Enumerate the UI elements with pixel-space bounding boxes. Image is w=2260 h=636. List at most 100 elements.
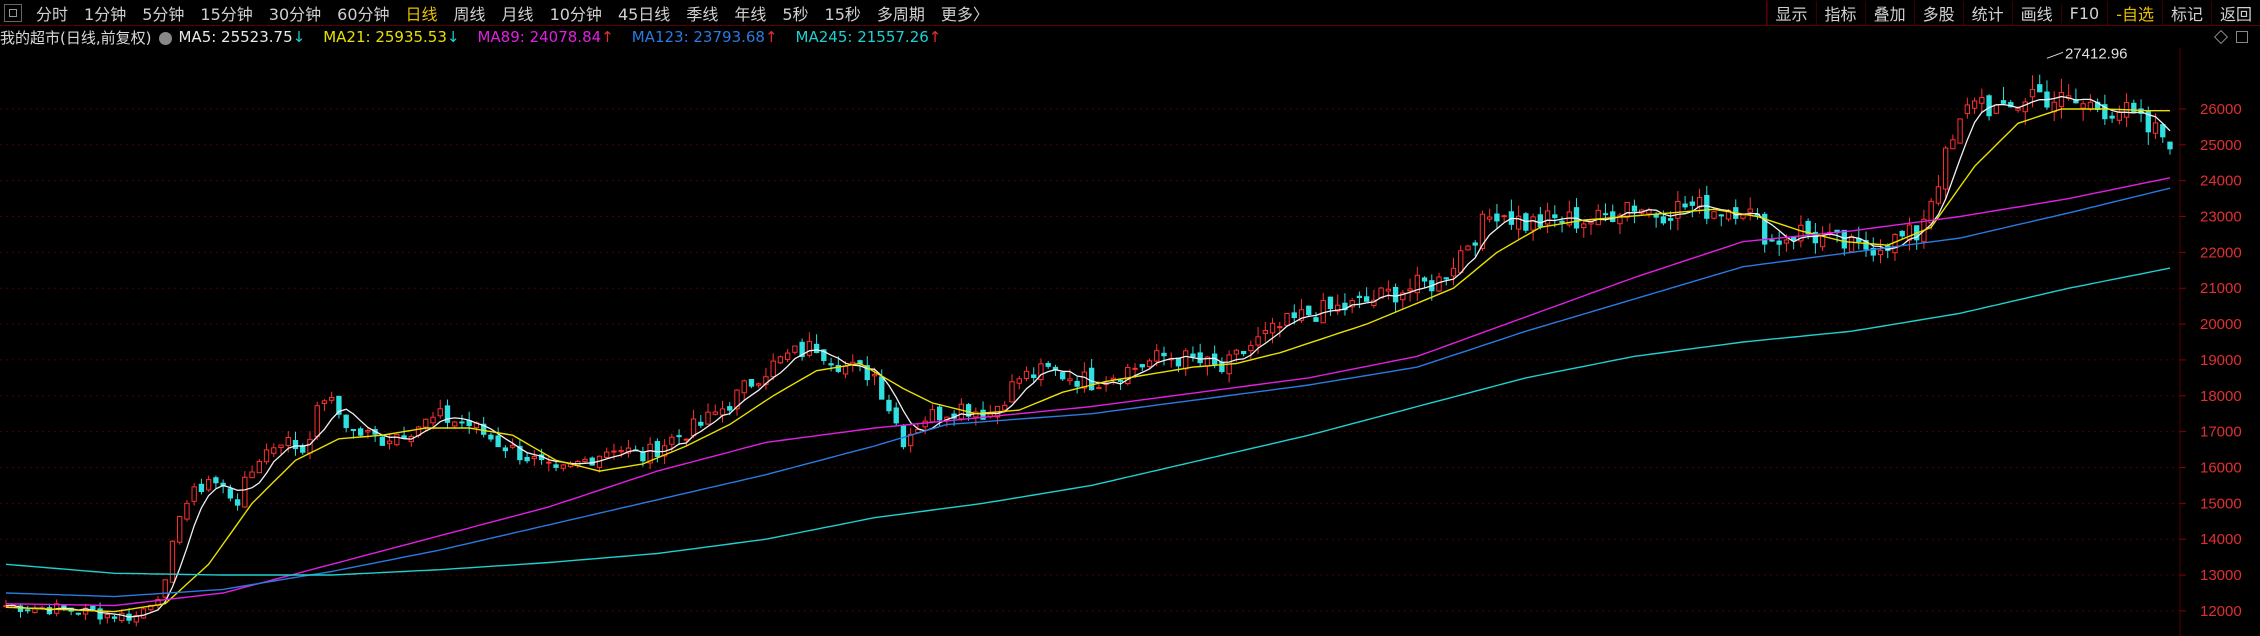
candle-body	[1132, 367, 1138, 370]
extreme-label: 27412.96	[2065, 48, 2128, 62]
function-button[interactable]: 标记	[2161, 1, 2211, 25]
period-tab[interactable]: 1分钟	[76, 1, 134, 25]
candle-body	[2015, 107, 2021, 111]
candle-body	[604, 451, 610, 458]
candle-body	[1436, 276, 1442, 292]
y-tick-label: 22000	[2200, 244, 2242, 261]
period-tab[interactable]: 15分钟	[192, 1, 260, 25]
candle-body	[1544, 210, 1551, 225]
candle-body	[929, 409, 936, 423]
candle-body	[234, 499, 241, 506]
y-tick-label: 14000	[2200, 531, 2242, 548]
candle-body	[1537, 214, 1544, 228]
indicator-settings-icon[interactable]	[159, 31, 173, 45]
candle-body	[278, 444, 284, 448]
candle-body	[1993, 104, 1999, 114]
candle-body	[683, 438, 689, 441]
candle-body	[1971, 100, 1978, 109]
candle-body	[1689, 201, 1695, 206]
period-tab[interactable]: 5秒	[774, 1, 816, 25]
candle-body	[640, 452, 646, 462]
function-button[interactable]: F10	[2060, 3, 2108, 23]
candle-body	[140, 608, 147, 619]
candle-body	[546, 461, 552, 464]
function-button[interactable]: 统计	[1962, 1, 2012, 25]
candle-body	[1219, 361, 1225, 373]
y-tick-label: 21000	[2200, 280, 2242, 297]
candle-body	[1458, 250, 1464, 273]
candle-body	[1899, 230, 1905, 237]
y-tick-label: 13000	[2200, 567, 2242, 584]
candle-body	[1711, 211, 1717, 219]
candle-body	[1031, 374, 1037, 379]
candle-body	[2109, 115, 2115, 119]
period-tab[interactable]: 日线	[398, 1, 446, 25]
candle-body	[1848, 235, 1855, 253]
candle-body	[690, 418, 697, 437]
indicator-bar: 我的超市(日线,前复权) MA5: 25523.75↓ MA21: 25935.5…	[0, 26, 2260, 48]
candle-body	[423, 418, 429, 428]
candle-body	[618, 450, 624, 453]
candle-body	[1088, 367, 1095, 391]
candle-body	[1660, 216, 1667, 224]
period-tab[interactable]: 分时	[28, 1, 76, 25]
candle-body	[1327, 296, 1334, 310]
period-tab[interactable]: 60分钟	[329, 1, 397, 25]
candle-body	[792, 345, 798, 353]
candle-body	[1487, 216, 1493, 220]
y-tick-label: 26000	[2200, 101, 2242, 118]
candle-body	[1363, 296, 1370, 302]
candle-body	[2116, 111, 2123, 121]
period-tab[interactable]: 多周期	[869, 1, 933, 25]
candle-body	[2160, 124, 2166, 138]
candle-body	[748, 379, 755, 387]
candle-body	[1190, 353, 1196, 358]
candle-body	[1060, 372, 1066, 380]
period-tab[interactable]: 30分钟	[261, 1, 329, 25]
chart-corner-icons	[2213, 26, 2248, 48]
candle-body	[1877, 249, 1884, 256]
candle-body	[227, 488, 234, 499]
period-tab[interactable]: 10分钟	[542, 1, 610, 25]
period-tab[interactable]: 周线	[446, 1, 494, 25]
candle-body	[169, 540, 176, 583]
menu-toggle-icon[interactable]	[4, 4, 22, 22]
candle-body	[2000, 100, 2007, 104]
function-button[interactable]: 指标	[1815, 1, 1865, 25]
kline-chart[interactable]: 12000 13000 14000 15000 16000 17000 18000 19000…	[0, 48, 2260, 636]
chart-title: 我的超市(日线,前复权)	[0, 28, 152, 47]
candle-body	[936, 406, 943, 421]
window-icon[interactable]	[2236, 31, 2248, 43]
function-button[interactable]: 返回	[2210, 1, 2260, 25]
candle-body	[806, 340, 813, 356]
period-tab[interactable]: 5分钟	[134, 1, 192, 25]
function-button[interactable]: 叠加	[1864, 1, 1914, 25]
candle-body	[582, 458, 588, 463]
candle-body	[1769, 239, 1775, 242]
candle-body	[1986, 95, 1992, 117]
period-tab[interactable]: 月线	[494, 1, 542, 25]
period-tab[interactable]: 45日线	[610, 1, 678, 25]
function-button[interactable]: 画线	[2011, 1, 2061, 25]
period-tab[interactable]: 季线	[678, 1, 726, 25]
period-tab[interactable]: 15秒	[817, 1, 869, 25]
candle-body	[589, 457, 595, 466]
candle-body	[1392, 286, 1399, 303]
function-button[interactable]: 多股	[1913, 1, 1963, 25]
period-tab[interactable]: 年线	[726, 1, 774, 25]
candle-body	[871, 373, 878, 377]
function-button[interactable]: -自选	[2107, 1, 2162, 25]
candle-body	[886, 399, 892, 412]
diamond-icon[interactable]	[2213, 29, 2229, 45]
y-tick-label: 18000	[2200, 388, 2242, 405]
function-button[interactable]: 显示	[1766, 1, 1816, 25]
candle-body	[162, 579, 168, 598]
period-tab[interactable]: 更多〉	[933, 1, 997, 25]
candle-body	[1501, 215, 1507, 218]
candle-body	[1161, 352, 1167, 357]
candle-body	[488, 434, 494, 440]
candle-body	[1472, 242, 1478, 246]
candle-body	[365, 430, 371, 433]
candle-body	[531, 456, 537, 460]
candle-body	[329, 396, 335, 401]
